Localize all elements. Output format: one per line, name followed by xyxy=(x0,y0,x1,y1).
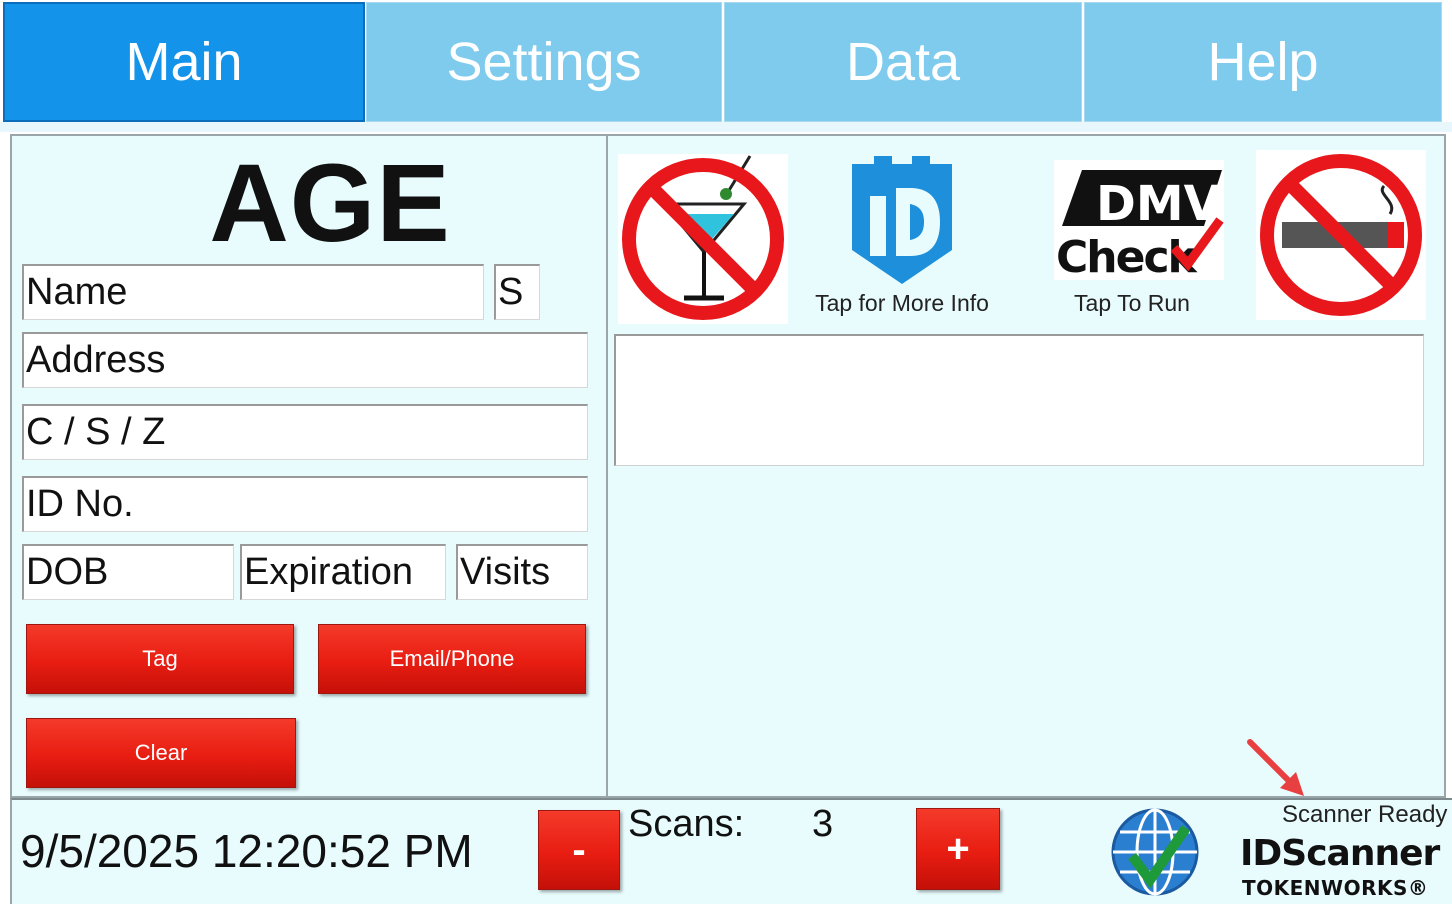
tab-data-label: Data xyxy=(845,32,961,92)
datetime-display: 9/5/2025 12:20:52 PM xyxy=(20,825,473,877)
tab-data[interactable]: Data xyxy=(724,2,1082,122)
visits-field[interactable]: Visits xyxy=(456,544,588,600)
name-field[interactable]: Name xyxy=(22,264,484,320)
tab-settings-label: Settings xyxy=(446,32,642,92)
scans-count: 3 xyxy=(812,803,834,845)
scans-increment-button[interactable]: + xyxy=(916,808,1000,890)
id-scanner-brand: IDScanner xyxy=(1240,833,1440,874)
message-box xyxy=(614,334,1424,466)
expiration-field[interactable]: Expiration xyxy=(240,544,446,600)
tab-main[interactable]: Main xyxy=(3,2,365,122)
no-smoking-icon[interactable] xyxy=(1256,150,1426,320)
address-field[interactable]: Address xyxy=(22,332,588,388)
dmv-text: DMV xyxy=(1096,176,1221,232)
clear-button[interactable]: Clear xyxy=(26,718,296,788)
arrow-indicator-icon xyxy=(1246,738,1310,802)
sex-field[interactable]: S xyxy=(494,264,540,320)
age-display: AGE xyxy=(209,142,451,265)
city-state-zip-field[interactable]: C / S / Z xyxy=(22,404,588,460)
dmv-run-caption[interactable]: Tap To Run xyxy=(1040,290,1224,317)
tab-main-label: Main xyxy=(125,32,243,92)
scanner-status: Scanner Ready xyxy=(1282,801,1448,828)
email-phone-button[interactable]: Email/Phone xyxy=(318,624,586,694)
id-number-field[interactable]: ID No. xyxy=(22,476,588,532)
tab-strip-divider xyxy=(0,122,1452,132)
scans-decrement-button[interactable]: - xyxy=(538,810,620,890)
tag-button[interactable]: Tag xyxy=(26,624,294,694)
id-shield-icon[interactable] xyxy=(848,154,956,286)
tab-help[interactable]: Help xyxy=(1084,2,1442,122)
scans-label: Scans: xyxy=(628,803,745,845)
id-info-caption[interactable]: Tap for More Info xyxy=(800,290,1004,317)
no-alcohol-icon[interactable] xyxy=(618,154,788,324)
tab-help-label: Help xyxy=(1207,32,1319,92)
dob-field[interactable]: DOB xyxy=(22,544,234,600)
globe-check-icon[interactable] xyxy=(1108,806,1202,898)
tokenworks-brand: TOKENWORKS® xyxy=(1242,876,1429,900)
tab-settings[interactable]: Settings xyxy=(366,2,722,122)
dmv-check-logo[interactable]: DMV Check xyxy=(1054,160,1224,283)
